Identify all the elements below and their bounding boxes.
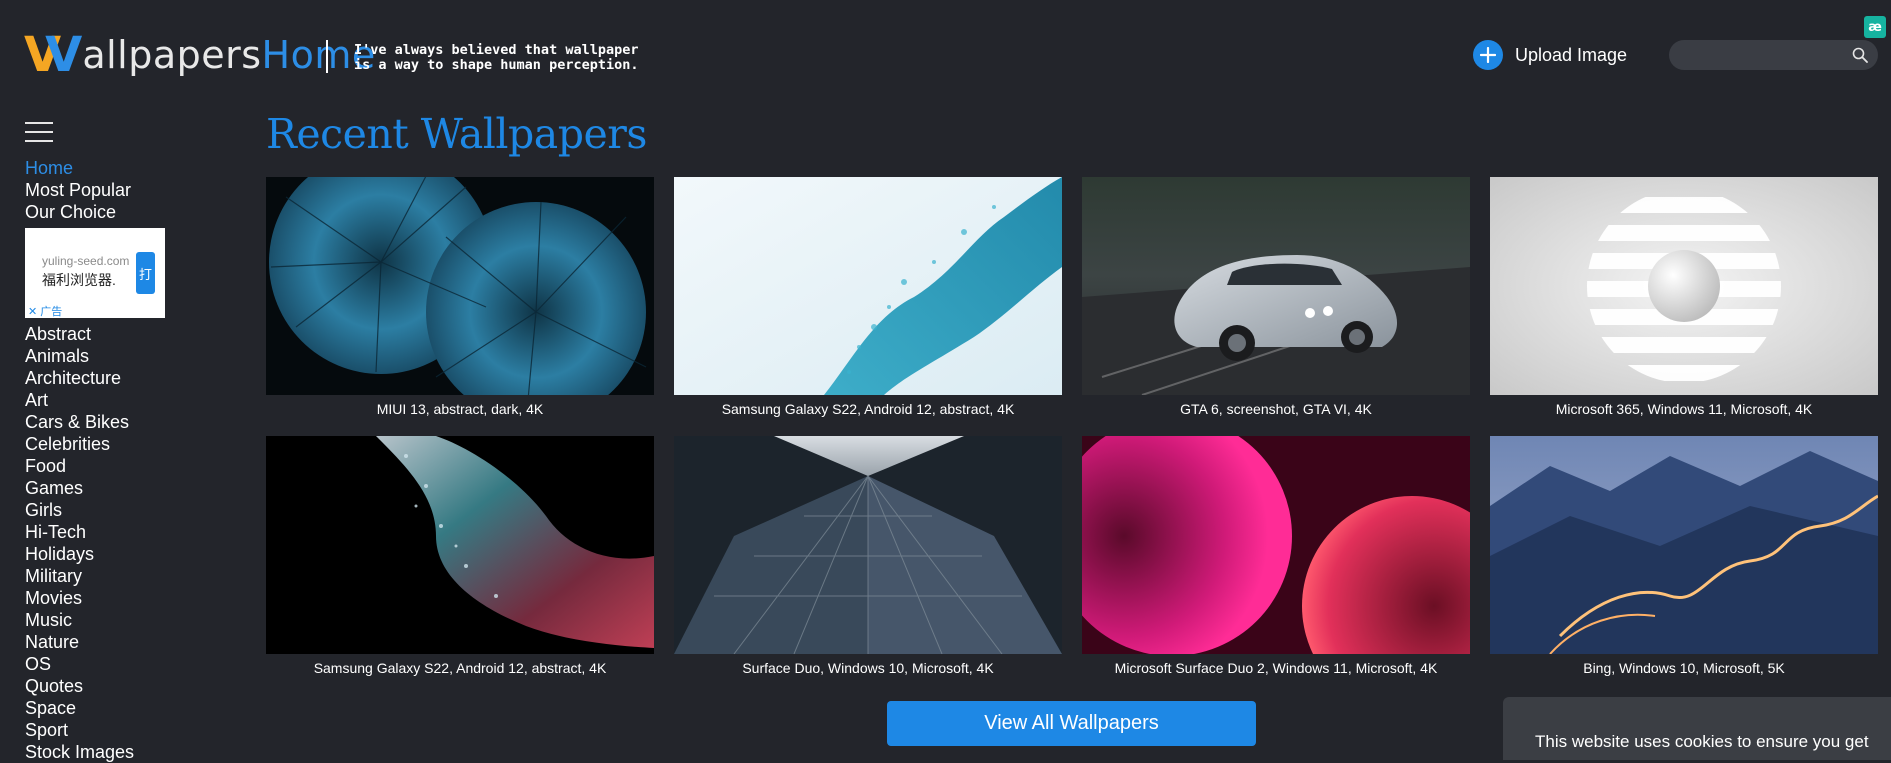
wallpaper-caption[interactable]: Bing, Windows 10, Microsoft, 5K [1490, 660, 1878, 676]
category-sport[interactable]: Sport [25, 719, 134, 741]
category-holidays[interactable]: Holidays [25, 543, 134, 565]
upload-image-button[interactable]: Upload Image [1473, 40, 1627, 70]
logo-divider [326, 40, 328, 73]
wallpaper-card[interactable]: Samsung Galaxy S22, Android 12, abstract… [674, 177, 1062, 417]
category-abstract[interactable]: Abstract [25, 323, 134, 345]
view-all-wallpapers-button[interactable]: View All Wallpapers [887, 701, 1256, 746]
category-art[interactable]: Art [25, 389, 134, 411]
category-military[interactable]: Military [25, 565, 134, 587]
wallpaper-grid: MIUI 13, abstract, dark, 4K Samsung Gala… [266, 177, 1878, 676]
wallpaper-card[interactable]: Surface Duo, Windows 10, Microsoft, 4K [674, 436, 1062, 676]
wallpaper-card[interactable]: Microsoft 365, Windows 11, Microsoft, 4K [1490, 177, 1878, 417]
page-title: Recent Wallpapers [266, 110, 647, 158]
cookie-text: This website uses cookies to ensure you … [1535, 732, 1869, 751]
site-logo[interactable]: VV allpapersHome [24, 30, 376, 80]
nav-item-most-popular[interactable]: Most Popular [25, 179, 131, 201]
cookie-banner: This website uses cookies to ensure you … [1503, 697, 1891, 760]
category-architecture[interactable]: Architecture [25, 367, 134, 389]
category-quotes[interactable]: Quotes [25, 675, 134, 697]
category-girls[interactable]: Girls [25, 499, 134, 521]
wallpaper-card[interactable]: GTA 6, screenshot, GTA VI, 4K [1082, 177, 1470, 417]
thumb-white-sphere[interactable] [1490, 177, 1878, 395]
site-tagline: I've always believed that wallpaper is a… [354, 42, 639, 73]
category-games[interactable]: Games [25, 477, 134, 499]
logo-wordmark: allpapersHome [82, 36, 375, 74]
wallpaper-caption[interactable]: Samsung Galaxy S22, Android 12, abstract… [674, 401, 1062, 417]
logo-word-wallpapers: allpapers [82, 33, 262, 77]
nav-item-our-choice[interactable]: Our Choice [25, 201, 131, 223]
category-nature[interactable]: Nature [25, 631, 134, 653]
plus-icon [1473, 40, 1503, 70]
category-movies[interactable]: Movies [25, 587, 134, 609]
ad-text: 福利浏览器. [42, 272, 116, 288]
wallpaper-card[interactable]: Bing, Windows 10, Microsoft, 5K [1490, 436, 1878, 676]
ad-domain: yuling-seed.com [42, 254, 130, 268]
thumb-mountain-road[interactable] [1490, 436, 1878, 654]
category-food[interactable]: Food [25, 455, 134, 477]
category-os[interactable]: OS [25, 653, 134, 675]
wallpaper-caption[interactable]: Microsoft 365, Windows 11, Microsoft, 4K [1490, 401, 1878, 417]
category-space[interactable]: Space [25, 697, 134, 719]
thumb-silver-car[interactable] [1082, 177, 1470, 395]
thumb-pink-orbs[interactable] [1082, 436, 1470, 654]
category-music[interactable]: Music [25, 609, 134, 631]
logo-mark: VV [24, 27, 82, 83]
upload-image-label: Upload Image [1515, 44, 1628, 65]
thumb-blue-splash[interactable] [674, 177, 1062, 395]
nav-item-home[interactable]: Home [25, 157, 131, 179]
search-input[interactable] [1681, 40, 1845, 72]
extension-badge-icon[interactable]: æ [1864, 16, 1886, 38]
wallpaper-caption[interactable]: MIUI 13, abstract, dark, 4K [266, 401, 654, 417]
category-cars-bikes[interactable]: Cars & Bikes [25, 411, 134, 433]
ad-open-button[interactable]: 打 [136, 252, 155, 294]
wallpaper-card[interactable]: Samsung Galaxy S22, Android 12, abstract… [266, 436, 654, 676]
wallpaper-card[interactable]: MIUI 13, abstract, dark, 4K [266, 177, 654, 417]
ad-banner[interactable]: yuling-seed.com 福利浏览器. 打 ✕ 广告 [25, 228, 165, 318]
category-animals[interactable]: Animals [25, 345, 134, 367]
wallpaper-card[interactable]: Microsoft Surface Duo 2, Windows 11, Mic… [1082, 436, 1470, 676]
wallpaper-caption[interactable]: Microsoft Surface Duo 2, Windows 11, Mic… [1082, 660, 1470, 676]
wallpaper-caption[interactable]: Samsung Galaxy S22, Android 12, abstract… [266, 660, 654, 676]
thumb-glass-building[interactable] [674, 436, 1062, 654]
category-list: Abstract Animals Architecture Art Cars &… [25, 323, 134, 763]
ad-close-label[interactable]: ✕ 广告 [28, 303, 62, 319]
menu-icon[interactable] [25, 122, 53, 142]
wallpaper-caption[interactable]: Surface Duo, Windows 10, Microsoft, 4K [674, 660, 1062, 676]
search-icon[interactable] [1852, 47, 1868, 63]
wallpaper-caption[interactable]: GTA 6, screenshot, GTA VI, 4K [1082, 401, 1470, 417]
thumb-particle-wave[interactable] [266, 436, 654, 654]
category-hi-tech[interactable]: Hi-Tech [25, 521, 134, 543]
search-box[interactable] [1669, 40, 1878, 72]
category-celebrities[interactable]: Celebrities [25, 433, 134, 455]
thumb-miui-abstract-dark[interactable] [266, 177, 654, 395]
main-nav: Home Most Popular Our Choice [25, 157, 131, 223]
